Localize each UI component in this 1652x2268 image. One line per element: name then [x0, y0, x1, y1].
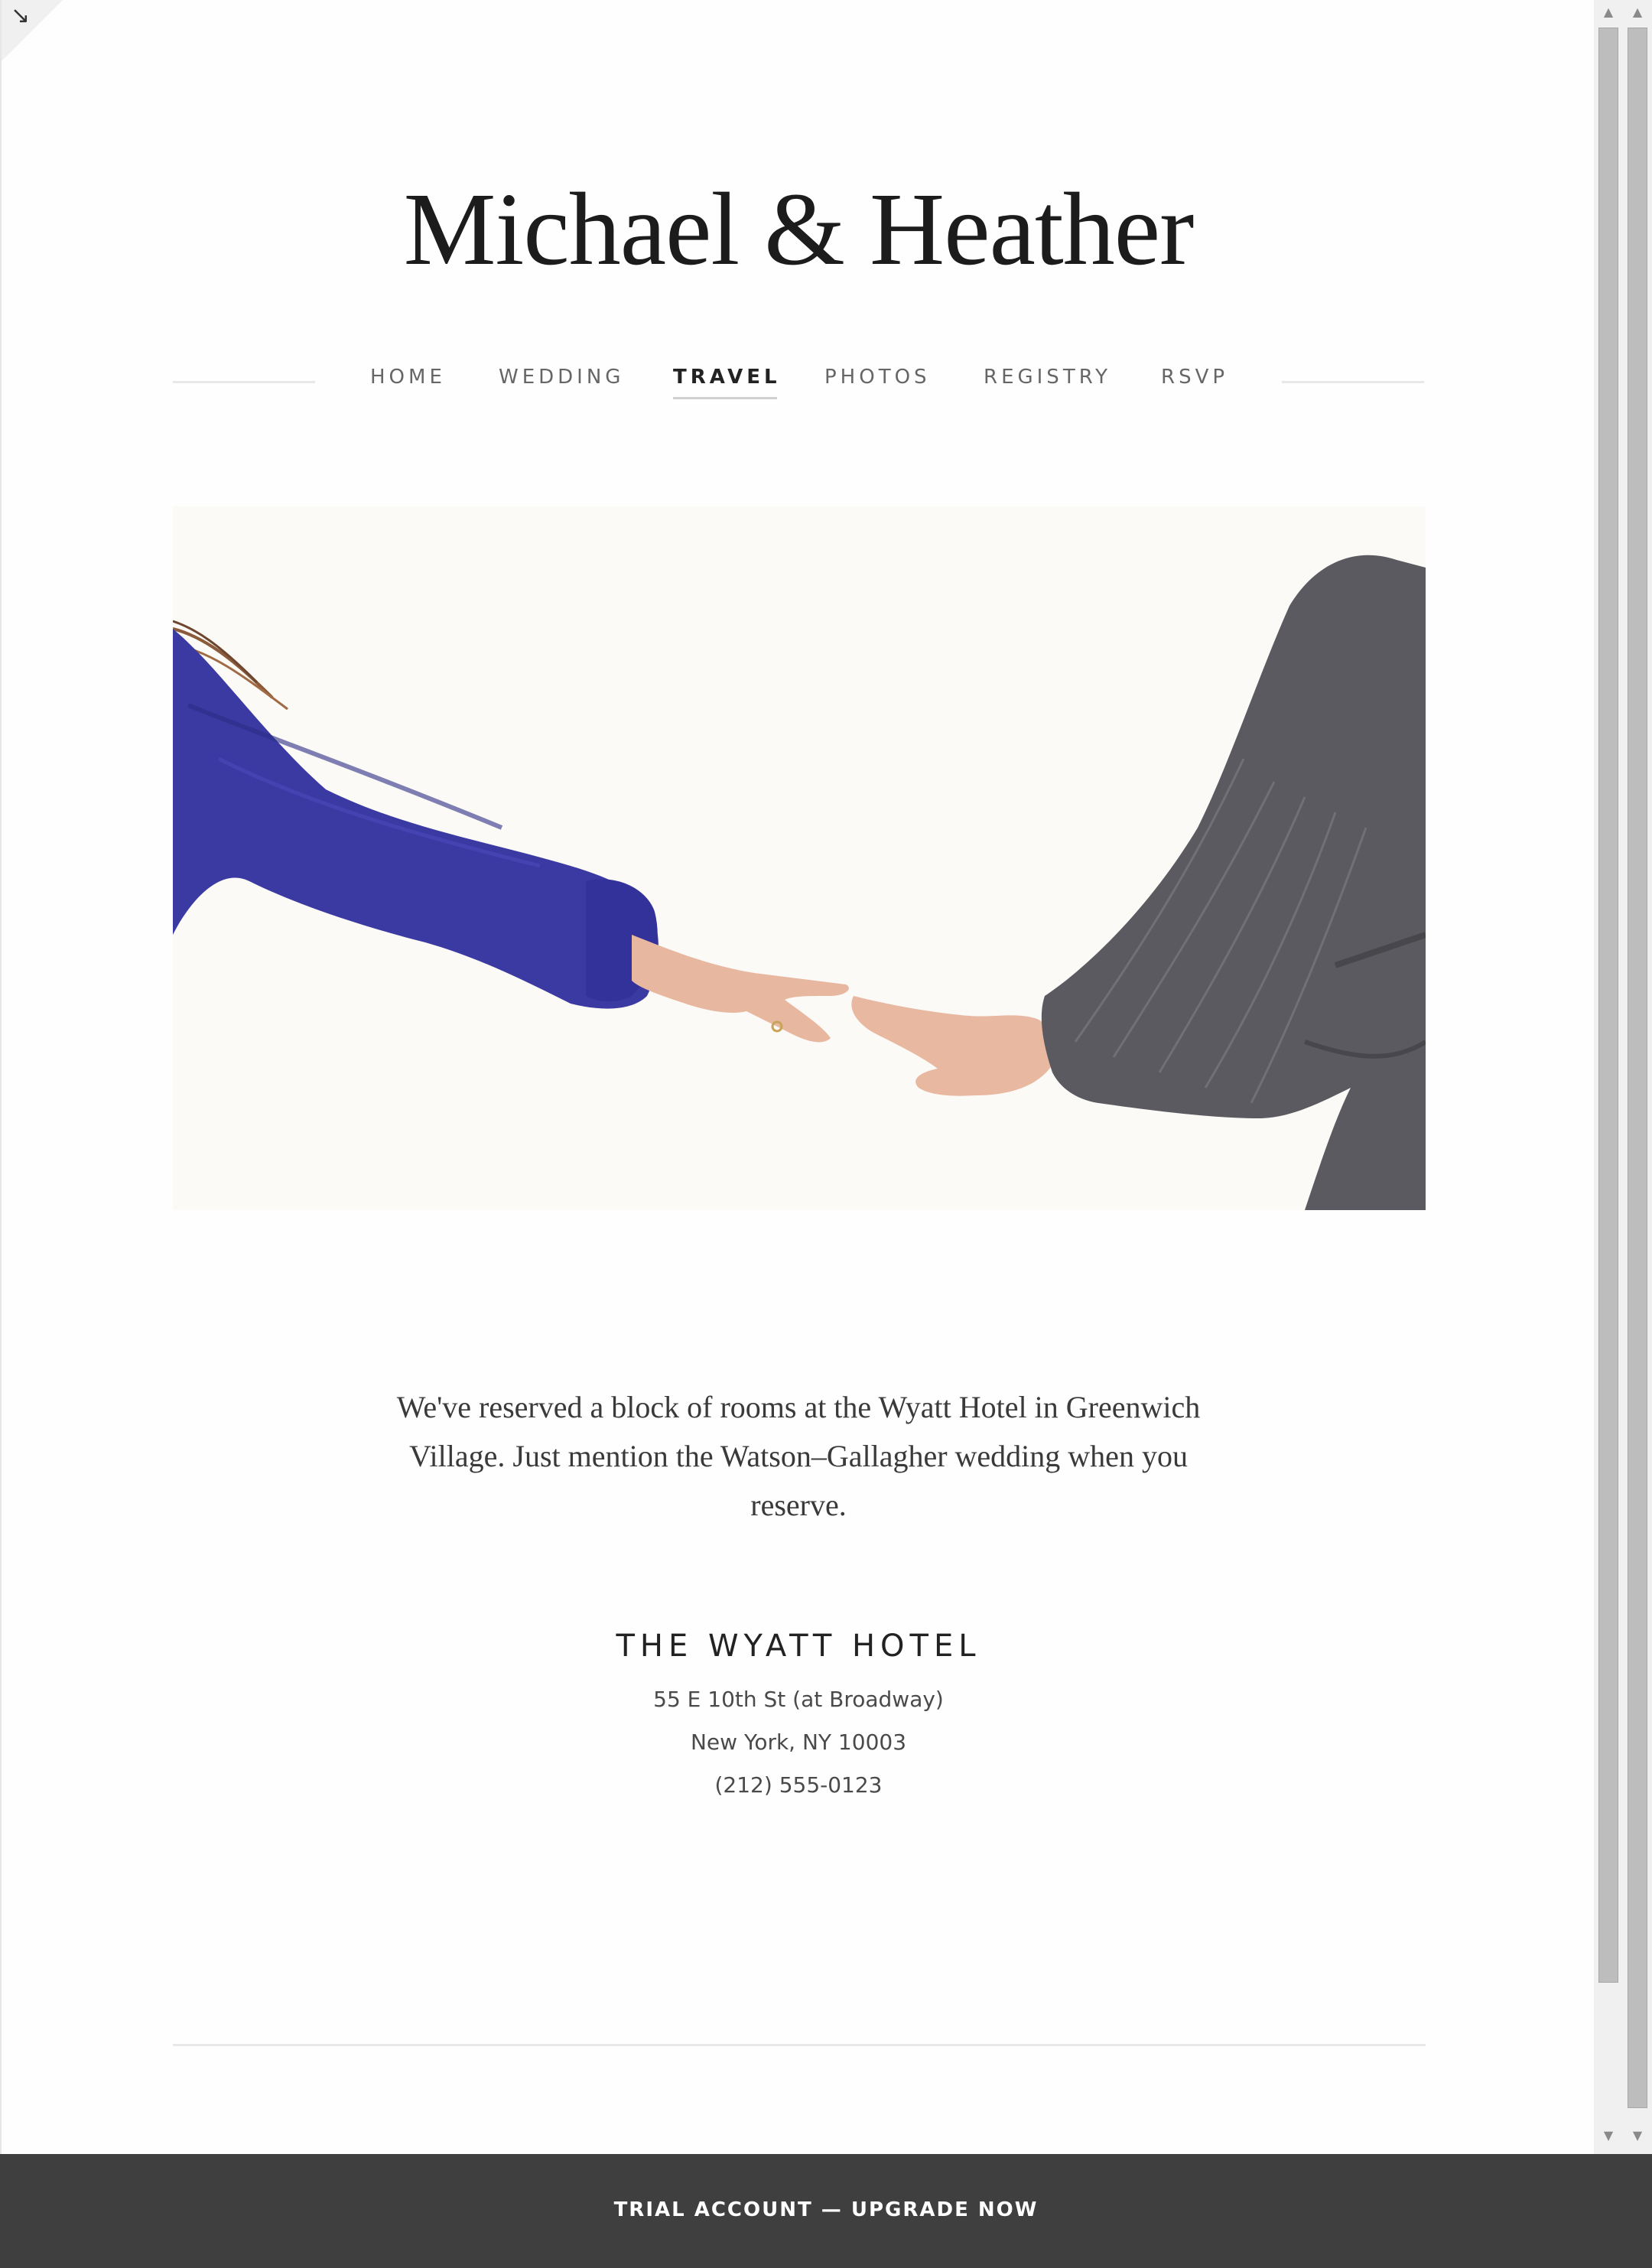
nav-travel[interactable]: TRAVEL [673, 366, 781, 399]
nav-rsvp[interactable]: RSVP [1161, 366, 1228, 389]
nav-registry[interactable]: REGISTRY [984, 366, 1111, 389]
scrollbar-thumb[interactable] [1598, 28, 1618, 1983]
hotel-name: THE WYATT HOTEL [616, 1629, 981, 1664]
scrollbar-column-inner[interactable]: ▲ ▼ [1594, 0, 1623, 2154]
travel-intro-text: We've reserved a block of rooms at the W… [396, 1390, 1201, 1522]
hero-image [173, 506, 1426, 1210]
page: ↘ Michael & Heather HOME WEDDING TRAVEL … [0, 0, 1594, 2154]
hands-reaching-illustration [173, 506, 1426, 1210]
nav-photos[interactable]: PHOTOS [824, 366, 931, 389]
scrollbar-track[interactable]: ▲ ▼ ▲ ▼ [1594, 0, 1652, 2154]
nav-wedding[interactable]: WEDDING [499, 366, 624, 389]
nav-divider-left [173, 381, 315, 383]
trial-upgrade-banner[interactable]: TRIAL ACCOUNT — UPGRADE NOW [0, 2154, 1652, 2268]
main-nav: HOME WEDDING TRAVEL PHOTOS REGISTRY RSVP [173, 360, 1424, 402]
trial-upgrade-link[interactable]: TRIAL ACCOUNT — UPGRADE NOW [614, 2198, 1039, 2221]
resize-arrow-icon[interactable]: ↘ [11, 5, 30, 28]
hotel-address-line1: 55 E 10th St (at Broadway) [653, 1687, 944, 1712]
nav-home[interactable]: HOME [370, 366, 446, 389]
footer-divider [173, 2044, 1426, 2046]
scroll-up-arrow-icon[interactable]: ▲ [1594, 5, 1623, 19]
scroll-up-arrow-icon[interactable]: ▲ [1623, 5, 1652, 19]
scroll-down-arrow-icon[interactable]: ▼ [1594, 2128, 1623, 2143]
scroll-down-arrow-icon[interactable]: ▼ [1623, 2128, 1652, 2143]
nav-divider-right [1282, 381, 1424, 383]
hotel-phone[interactable]: (212) 555-0123 [2, 1770, 1594, 1801]
hotel-address-line2: New York, NY 10003 [690, 1729, 907, 1755]
scrollbar-column-outer[interactable]: ▲ ▼ [1623, 0, 1652, 2154]
site-title[interactable]: Michael & Heather [2, 161, 1594, 298]
scrollbar-thumb[interactable] [1628, 28, 1647, 2108]
